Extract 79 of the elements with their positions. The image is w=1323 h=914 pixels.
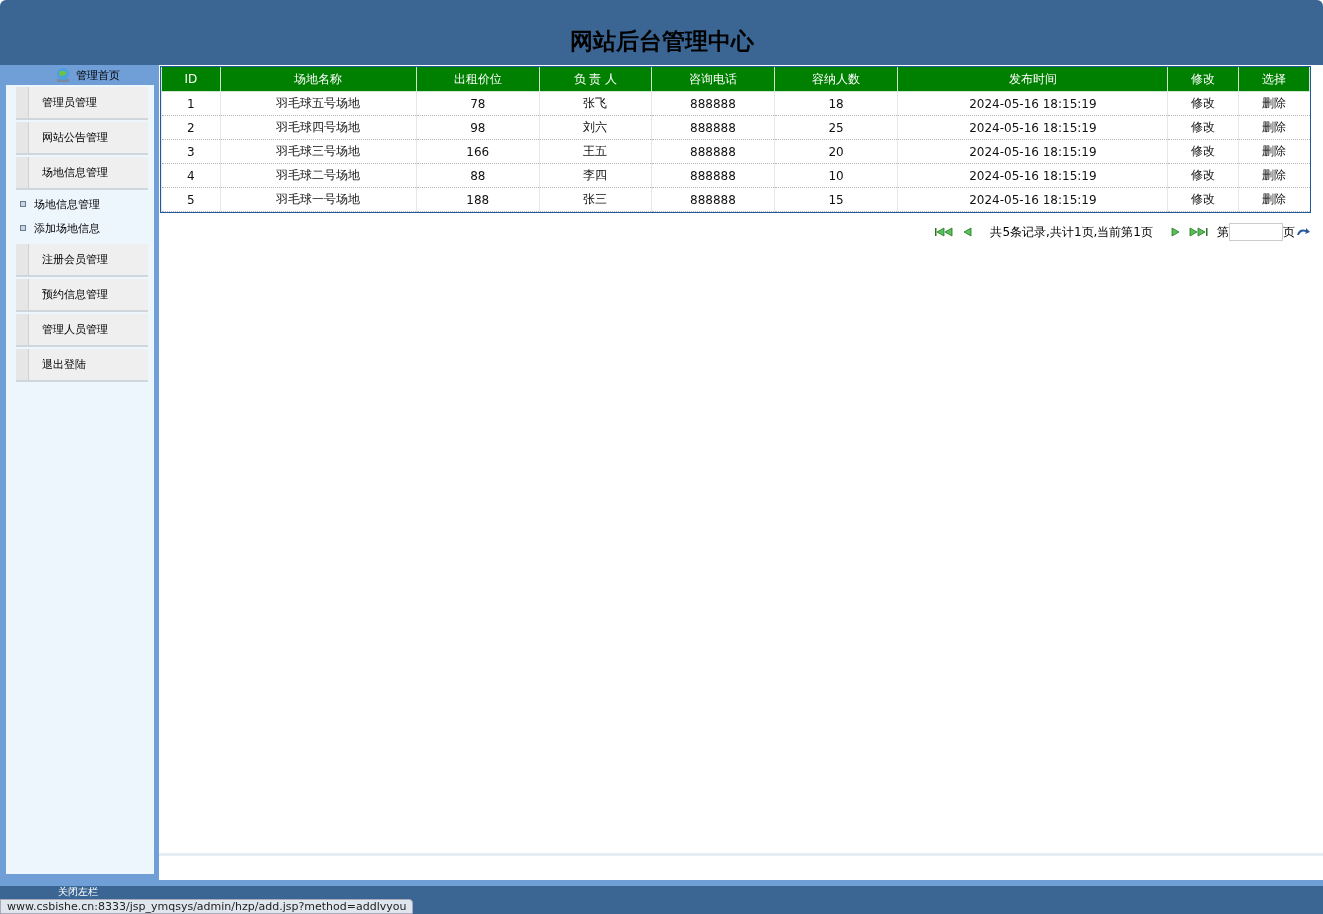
edit-link[interactable]: 修改	[1167, 187, 1239, 212]
table-cell: 88	[416, 163, 540, 188]
table-cell: 王五	[539, 139, 652, 164]
edit-link[interactable]: 修改	[1167, 139, 1239, 164]
table-cell: 15	[774, 187, 898, 212]
status-url-tooltip: www.csbishe.cn:8333/jsp_ymqsys/admin/hzp/add.jsp?method=addlvyou	[0, 899, 414, 914]
table-cell: 166	[416, 139, 540, 164]
delete-link[interactable]: 删除	[1238, 187, 1310, 212]
submenu-link[interactable]: 添加场地信息	[20, 216, 154, 240]
column-header: 负 责 人	[539, 67, 652, 92]
column-header: 修改	[1167, 67, 1239, 92]
column-header: 咨询电话	[651, 67, 775, 92]
delete-link[interactable]: 删除	[1238, 163, 1310, 188]
table-cell: 羽毛球二号场地	[220, 163, 417, 188]
column-header: 容纳人数	[774, 67, 898, 92]
column-header: 场地名称	[220, 67, 417, 92]
edit-link[interactable]: 修改	[1167, 163, 1239, 188]
column-header: ID	[161, 67, 221, 92]
table-cell: 2024-05-16 18:15:19	[897, 139, 1168, 164]
bullet-icon	[20, 225, 26, 231]
table-cell: 888888	[651, 115, 775, 140]
submenu-link[interactable]: 场地信息管理	[20, 192, 154, 216]
column-header: 选择	[1238, 67, 1310, 92]
menu-button[interactable]: 退出登陆	[16, 349, 148, 382]
table-cell: 羽毛球五号场地	[220, 91, 417, 116]
column-header: 发布时间	[897, 67, 1168, 92]
globe-computer-icon	[54, 67, 72, 83]
table-cell: 888888	[651, 139, 775, 164]
table-cell: 4	[161, 163, 221, 188]
table-cell: 25	[774, 115, 898, 140]
table-cell: 888888	[651, 187, 775, 212]
table-cell: 78	[416, 91, 540, 116]
delete-link[interactable]: 删除	[1238, 139, 1310, 164]
page-prefix-label: 第	[1217, 223, 1229, 241]
edit-link[interactable]: 修改	[1167, 115, 1239, 140]
table-cell: 888888	[651, 91, 775, 116]
menu-button[interactable]: 场地信息管理	[16, 157, 148, 190]
page-suffix-label: 页	[1283, 223, 1295, 241]
delete-link[interactable]: 删除	[1238, 115, 1310, 140]
table-cell: 2	[161, 115, 221, 140]
menu-button[interactable]: 预约信息管理	[16, 279, 148, 312]
table-cell: 188	[416, 187, 540, 212]
column-header: 出租价位	[416, 67, 540, 92]
go-arrow-icon[interactable]	[1295, 227, 1311, 237]
table-cell: 10	[774, 163, 898, 188]
page-number-field[interactable]	[1229, 223, 1283, 241]
last-page-icon[interactable]	[1189, 227, 1209, 237]
table-cell: 张三	[539, 187, 652, 212]
close-sidebar-link[interactable]: 关闭左栏	[58, 886, 98, 897]
table-cell: 2024-05-16 18:15:19	[897, 91, 1168, 116]
menu-button[interactable]: 管理员管理	[16, 87, 148, 120]
menu-button[interactable]: 注册会员管理	[16, 244, 148, 277]
table-cell: 2024-05-16 18:15:19	[897, 187, 1168, 212]
table-cell: 888888	[651, 163, 775, 188]
edit-link[interactable]: 修改	[1167, 91, 1239, 116]
table-cell: 1	[161, 91, 221, 116]
delete-link[interactable]: 删除	[1238, 91, 1310, 116]
previous-page-icon[interactable]	[962, 227, 975, 237]
table-cell: 羽毛球三号场地	[220, 139, 417, 164]
table-cell: 18	[774, 91, 898, 116]
table-cell: 5	[161, 187, 221, 212]
table-cell: 李四	[539, 163, 652, 188]
pagination-summary: 共5条记录,共计1页,当前第1页	[990, 223, 1153, 241]
menu-button[interactable]: 网站公告管理	[16, 122, 148, 155]
table-cell: 2024-05-16 18:15:19	[897, 115, 1168, 140]
table-cell: 3	[161, 139, 221, 164]
first-page-icon[interactable]	[934, 227, 955, 237]
table-cell: 羽毛球四号场地	[220, 115, 417, 140]
page-title: 网站后台管理中心	[569, 27, 754, 56]
table-cell: 刘六	[539, 115, 652, 140]
table-cell: 张飞	[539, 91, 652, 116]
menu-button[interactable]: 管理人员管理	[16, 314, 148, 347]
home-link[interactable]: 管理首页	[76, 67, 120, 83]
table-cell: 羽毛球一号场地	[220, 187, 417, 212]
table-cell: 98	[416, 115, 540, 140]
table-cell: 20	[774, 139, 898, 164]
next-page-icon[interactable]	[1169, 227, 1181, 237]
table-cell: 2024-05-16 18:15:19	[897, 163, 1168, 188]
bullet-icon	[20, 201, 26, 207]
